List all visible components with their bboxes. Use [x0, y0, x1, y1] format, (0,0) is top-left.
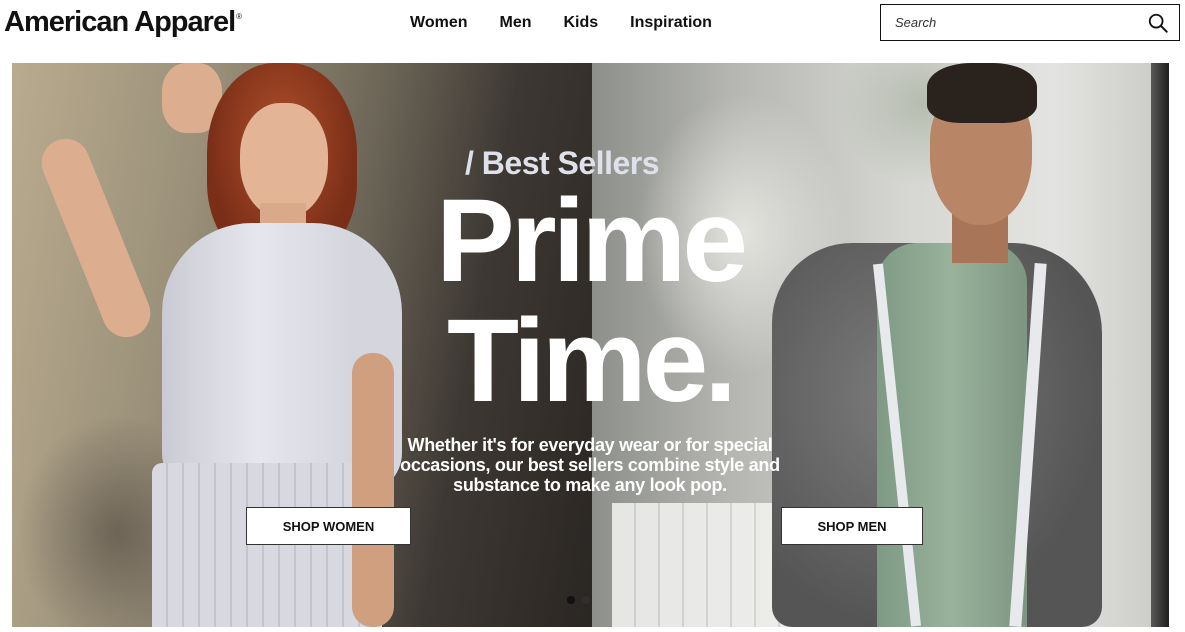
brand-logo[interactable]: American Apparel®	[4, 6, 242, 39]
hero-banner[interactable]: / Best Sellers Prime Time. Whether it's …	[12, 63, 1169, 627]
nav-item-men[interactable]: Men	[499, 14, 531, 32]
shop-women-button[interactable]: SHOP WOMEN	[246, 507, 411, 545]
shop-men-button[interactable]: SHOP MEN	[781, 507, 923, 545]
site-header: American Apparel® Women Men Kids Inspira…	[0, 0, 1185, 56]
hero-description: Whether it's for everyday wear or for sp…	[400, 435, 780, 495]
search-box	[880, 4, 1180, 41]
door-frame	[1151, 63, 1169, 627]
model-skirt	[152, 463, 382, 627]
model-hair-men	[927, 63, 1037, 123]
nav-item-inspiration[interactable]: Inspiration	[630, 14, 712, 32]
registered-mark: ®	[236, 12, 242, 21]
hero-headline: Prime Time.	[436, 175, 748, 427]
main-nav: Women Men Kids Inspiration	[410, 14, 712, 32]
carousel-dots	[567, 596, 590, 604]
search-icon[interactable]	[1147, 12, 1169, 34]
nav-item-kids[interactable]: Kids	[563, 14, 598, 32]
carousel-dot-2[interactable]	[582, 596, 590, 604]
carousel-dot-1[interactable]	[567, 596, 575, 604]
logo-text: American Apparel	[4, 6, 236, 38]
nav-item-women[interactable]: Women	[410, 14, 467, 32]
search-input[interactable]	[881, 5, 1136, 40]
model-face-women	[240, 103, 328, 218]
